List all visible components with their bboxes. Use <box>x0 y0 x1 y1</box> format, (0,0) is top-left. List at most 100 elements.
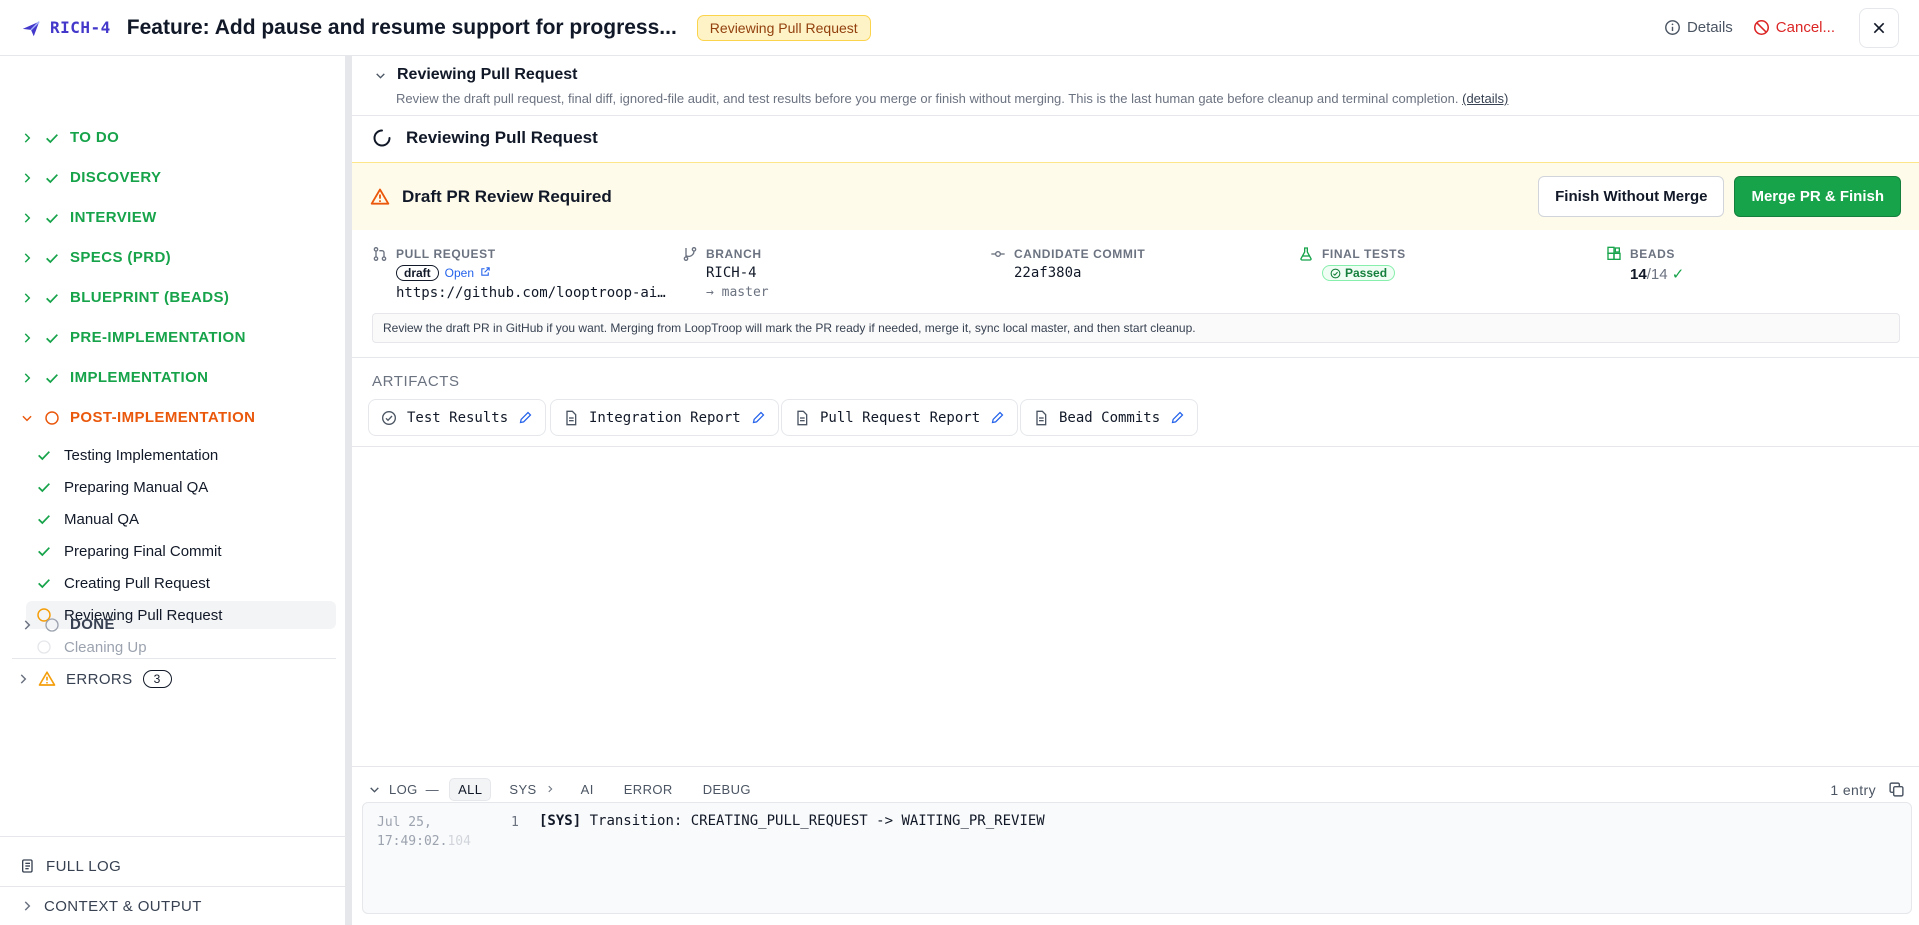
pr-open-link[interactable]: Open <box>445 266 492 280</box>
sub-step-item[interactable]: Preparing Final Commit <box>26 537 336 565</box>
check-icon <box>38 579 50 589</box>
phase-item[interactable]: DISCOVERY <box>20 169 161 186</box>
status-title: Reviewing Pull Request <box>406 128 598 147</box>
phase-item[interactable]: POST-IMPLEMENTATION <box>20 409 255 426</box>
artifact-label: Integration Report <box>589 409 741 426</box>
check-icon <box>46 213 58 223</box>
chevron-down-icon[interactable] <box>368 783 381 796</box>
phase-item[interactable]: BLUEPRINT (BEADS) <box>20 289 229 306</box>
sub-step-item[interactable]: Preparing Manual QA <box>26 473 336 501</box>
chevron-right-icon <box>24 372 31 383</box>
log-tab-ai[interactable]: AI <box>581 782 594 797</box>
ticket-id: RICH-4 <box>50 18 111 37</box>
log-timestamp: Jul 25, 17:49:02.104 <box>377 813 471 851</box>
branch-target: → master <box>706 285 769 300</box>
phase-item[interactable]: IMPLEMENTATION <box>20 369 208 386</box>
tests-status: Passed <box>1345 266 1388 280</box>
errors-count-badge: 3 <box>142 670 172 688</box>
log-tab-sys[interactable]: SYS <box>509 782 554 797</box>
top-bar: RICH-4 Feature: Add pause and resume sup… <box>0 0 1919 56</box>
warning-icon <box>38 671 56 686</box>
sub-step-label: Cleaning Up <box>64 638 147 656</box>
log-date: Jul 25, <box>377 815 432 830</box>
errors-section[interactable]: ERRORS 3 <box>16 670 172 688</box>
draft-badge: draft <box>396 265 439 281</box>
info-icon <box>1665 20 1680 35</box>
chevron-right-icon <box>24 212 31 223</box>
divider <box>352 446 1919 447</box>
sub-step-item[interactable]: Testing Implementation <box>26 441 336 469</box>
pending-circle-icon <box>37 640 51 654</box>
errors-label: ERRORS <box>66 670 133 688</box>
log-message: [SYS] Transition: CREATING_PULL_REQUEST … <box>539 813 1045 829</box>
phase-label: BLUEPRINT (BEADS) <box>70 289 230 306</box>
section-header[interactable]: Reviewing Pull Request <box>374 66 577 84</box>
phase-label: PRE-IMPLEMENTATION <box>70 329 246 346</box>
cancel-button[interactable]: Cancel... <box>1753 19 1835 36</box>
phase-item[interactable]: SPECS (PRD) <box>20 249 171 266</box>
artifact-chip[interactable]: Test Results <box>368 399 547 436</box>
git-pull-request-icon <box>373 247 387 261</box>
page-title: Feature: Add pause and resume support fo… <box>126 15 677 39</box>
log-output[interactable]: Jul 25, 17:49:02.104 1 [SYS] Transition:… <box>362 802 1912 914</box>
details-button[interactable]: Details <box>1664 19 1733 36</box>
details-label: Details <box>1686 19 1733 36</box>
document-icon <box>566 410 577 425</box>
details-link[interactable]: (details) <box>1462 91 1508 106</box>
log-separator: — <box>425 782 440 797</box>
phase-item[interactable]: INTERVIEW <box>20 209 157 226</box>
sub-step-label: Testing Implementation <box>64 446 219 464</box>
warning-icon <box>370 188 390 205</box>
phase-label: DONE <box>70 616 115 633</box>
check-icon <box>46 293 58 303</box>
artifact-label: Pull Request Report <box>820 409 981 426</box>
full-log-button[interactable]: FULL LOG <box>0 846 346 886</box>
artifact-chip[interactable]: Bead Commits <box>1020 399 1199 436</box>
log-tab-debug[interactable]: DEBUG <box>703 782 751 797</box>
main-panel: Reviewing Pull Request Review the draft … <box>352 56 1919 925</box>
phase-item[interactable]: TO DO <box>20 129 119 146</box>
airplane-icon <box>22 20 40 36</box>
edit-pencil-icon[interactable] <box>751 410 766 425</box>
sub-step-item[interactable]: Cleaning Up <box>26 633 336 661</box>
context-output-button[interactable]: CONTEXT & OUTPUT <box>0 886 346 925</box>
close-button[interactable] <box>1859 7 1899 48</box>
sub-step-item[interactable]: Manual QA <box>26 505 336 533</box>
check-icon <box>38 483 50 493</box>
edit-pencil-icon[interactable] <box>518 410 533 425</box>
chevron-right-icon <box>24 132 31 143</box>
artifacts-title: ARTIFACTS <box>372 373 460 390</box>
artifact-chip[interactable]: Pull Request Report <box>781 399 1019 436</box>
branch-label: BRANCH <box>706 247 762 261</box>
full-log-label: FULL LOG <box>46 857 122 875</box>
check-icon <box>38 451 50 461</box>
phase-done[interactable]: DONE <box>20 616 115 633</box>
artifact-label: Bead Commits <box>1059 409 1161 426</box>
check-icon <box>38 547 50 557</box>
sidebar-divider <box>12 658 336 659</box>
divider <box>352 115 1919 116</box>
check-icon <box>46 173 58 183</box>
edit-pencil-icon[interactable] <box>990 410 1005 425</box>
edit-pencil-icon[interactable] <box>1170 410 1185 425</box>
pr-url[interactable]: https://github.com/looptroop-ai… <box>396 285 666 301</box>
chevron-down-icon <box>22 415 32 421</box>
finish-without-merge-button[interactable]: Finish Without Merge <box>1538 176 1725 217</box>
check-circle-icon <box>1330 268 1341 278</box>
log-text: Transition: CREATING_PULL_REQUEST -> WAI… <box>581 813 1045 829</box>
pull-request-info: PULL REQUEST draft Open https://github.c… <box>372 246 666 301</box>
log-tab-error[interactable]: ERROR <box>624 782 673 797</box>
sub-step-label: Preparing Manual QA <box>64 478 209 496</box>
beads-done: 14 <box>1630 266 1647 283</box>
log-time: 17:49:02. <box>377 834 448 849</box>
merge-pr-finish-button[interactable]: Merge PR & Finish <box>1734 176 1901 217</box>
log-tab-all[interactable]: ALL <box>449 778 492 801</box>
sub-step-item[interactable]: Creating Pull Request <box>26 569 336 597</box>
phase-item[interactable]: PRE-IMPLEMENTATION <box>20 329 246 346</box>
phase-label: TO DO <box>70 129 120 146</box>
check-circle-icon <box>382 410 396 425</box>
artifact-chip[interactable]: Integration Report <box>550 399 779 436</box>
check-icon <box>46 333 58 343</box>
copy-icon[interactable] <box>1888 781 1905 798</box>
git-branch-icon <box>683 247 697 261</box>
